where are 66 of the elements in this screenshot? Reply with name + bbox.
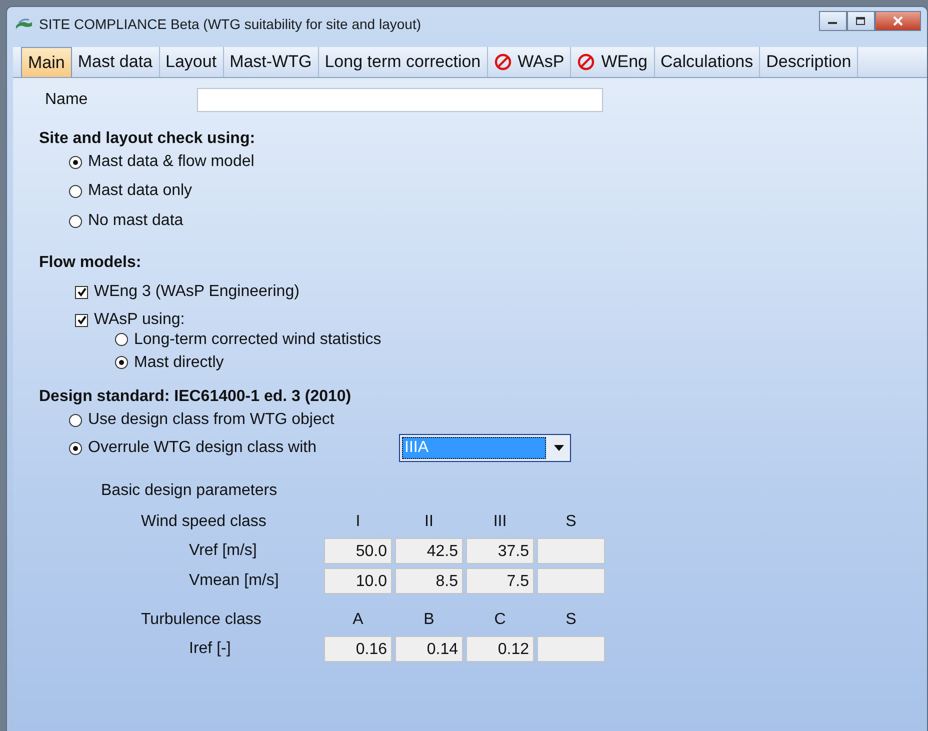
checkbox[interactable]: [75, 314, 88, 326]
section-heading: Site and layout check using:: [39, 130, 256, 148]
row-label: Vref [m/s]: [188, 542, 258, 560]
tab[interactable]: WAsP: [488, 47, 572, 77]
maximize-button[interactable]: [847, 11, 875, 31]
value-field[interactable]: 7.5: [466, 568, 534, 594]
column-header: Wind speed class: [141, 512, 268, 532]
close-button[interactable]: [875, 11, 921, 31]
value-field[interactable]: 0.16: [324, 636, 392, 662]
checkbox[interactable]: [75, 286, 88, 298]
close-icon: [892, 16, 904, 26]
tab[interactable]: Calculations: [654, 47, 760, 77]
value-field[interactable]: [537, 636, 605, 662]
column-header: S: [564, 610, 578, 630]
turbine-logo-icon: [15, 17, 33, 31]
name-label: Name: [44, 91, 89, 109]
radio-button[interactable]: [69, 156, 82, 168]
value-field[interactable]: 0.12: [466, 636, 534, 662]
window-title: SITE COMPLIANCE Beta (WTG suitability for site and layout): [39, 16, 422, 32]
value-field[interactable]: 0.14: [395, 636, 463, 662]
row-label: Iref [-]: [188, 640, 232, 658]
tab[interactable]: Main: [21, 47, 72, 77]
radio-button[interactable]: [69, 184, 82, 198]
value-field[interactable]: 50.0: [324, 538, 392, 564]
maximize-icon: [855, 16, 867, 26]
radio-option[interactable]: Mast directly: [115, 351, 927, 374]
tab[interactable]: Long term correction: [318, 47, 488, 77]
radio-button[interactable]: [69, 414, 82, 426]
section-heading: Flow models:: [39, 254, 142, 272]
column-header: I: [354, 512, 362, 532]
radio-option[interactable]: Mast data & flow model: [69, 148, 927, 176]
value-field[interactable]: [537, 568, 605, 594]
radio-button[interactable]: [115, 356, 128, 369]
checkbox-option[interactable]: WEng 3 (WAsP Engineering): [75, 278, 927, 306]
radio-button[interactable]: [69, 442, 82, 454]
tab[interactable]: Mast-WTG: [224, 47, 319, 77]
radio-button[interactable]: [69, 214, 82, 228]
value-field[interactable]: 10.0: [324, 568, 392, 594]
radio-option[interactable]: Use design class from WTG object: [69, 406, 334, 434]
dropdown-arrow-icon: [554, 445, 564, 451]
minimize-button[interactable]: [819, 11, 847, 31]
row-label: Vmean [m/s]: [188, 572, 280, 590]
dropdown-value: IIIA: [402, 437, 546, 459]
radio-option[interactable]: Overrule WTG design class with: [69, 434, 317, 462]
radio-option[interactable]: Mast data only: [69, 176, 927, 206]
value-field[interactable]: 37.5: [466, 538, 534, 564]
radio-option[interactable]: Long-term corrected wind statistics: [115, 328, 927, 351]
value-field[interactable]: 42.5: [395, 538, 463, 564]
tab[interactable]: Mast data: [72, 47, 160, 77]
parameters-title: Basic design parameters: [101, 482, 278, 500]
tab[interactable]: WEng: [571, 47, 655, 77]
value-field[interactable]: 8.5: [395, 568, 463, 594]
column-header: C: [493, 610, 507, 630]
tab[interactable]: Layout: [160, 47, 224, 77]
radio-button[interactable]: [115, 333, 128, 346]
column-header: B: [422, 610, 436, 630]
column-header: III: [492, 512, 508, 532]
value-field[interactable]: [537, 538, 605, 564]
section-heading: Design standard: IEC61400-1 ed. 3 (2010): [39, 388, 352, 406]
column-header: II: [424, 512, 434, 532]
tab[interactable]: Description: [760, 47, 858, 77]
column-header: Turbulence class: [141, 610, 262, 630]
name-field[interactable]: [197, 88, 603, 112]
column-header: S: [564, 512, 578, 532]
column-header: A: [352, 610, 364, 630]
radio-option[interactable]: No mast data: [69, 206, 927, 236]
